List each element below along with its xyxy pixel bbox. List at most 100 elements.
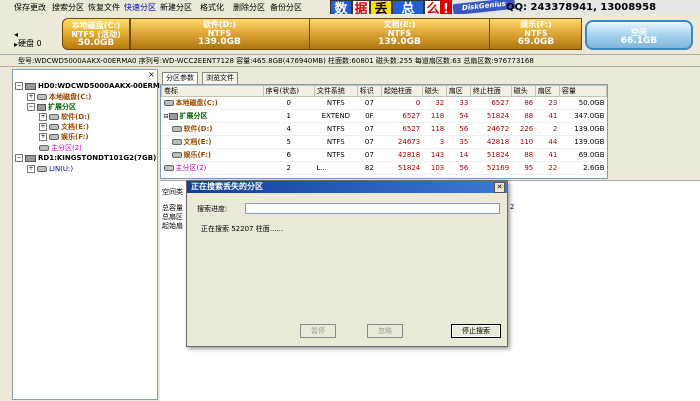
cell: 35	[446, 135, 471, 149]
tree-node-extended[interactable]: − 扩展分区	[27, 103, 76, 112]
table-row[interactable]: ⊟ 扩展分区 1 EXTEND 0F 6527 118 54 51824 88 4…	[161, 109, 607, 123]
tab-browse-files[interactable]: 浏览文件	[202, 72, 238, 84]
tab-partition-params[interactable]: 分区参数	[162, 72, 198, 84]
collapse-icon[interactable]: −	[15, 82, 23, 90]
cell: 2	[535, 122, 560, 136]
tree-node-c[interactable]: + 本地磁盘(C:)	[27, 93, 91, 102]
cell: 07	[357, 148, 382, 162]
col-header-start-sector[interactable]: 扇区	[445, 85, 471, 97]
table-row[interactable]: 软件(D:) 4 NTFS 07 6527 118 56 24672 226 2…	[161, 122, 607, 136]
partition-c-name: 本地磁盘(C:)	[71, 21, 121, 30]
col-header-filesystem[interactable]: 文件系统	[313, 85, 358, 97]
tree-node-hd0[interactable]: − HD0:WDCWD5000AAKX-00ERMA0	[15, 82, 170, 91]
toolbar-recover-files[interactable]: 恢复文件	[88, 2, 120, 13]
tree-node-hd0-label: HD0:WDCWD5000AAKX-00ERMA0	[38, 82, 171, 90]
cell: 07	[357, 96, 382, 110]
cell: 51824	[470, 109, 512, 123]
row-label: 主分区(2)	[175, 164, 207, 172]
col-header-start-head[interactable]: 磁头	[421, 85, 447, 97]
col-header-end-sector[interactable]: 扇区	[534, 85, 560, 97]
col-header-index[interactable]: 序号(状态)	[262, 85, 315, 97]
tree-node-c-label: 本地磁盘(C:)	[49, 93, 92, 101]
free-space-block[interactable]: 空闲 66.1GB	[585, 20, 693, 50]
cell: 54	[446, 109, 471, 123]
cell: L...	[314, 161, 358, 175]
toolbar-search-partition[interactable]: 搜索分区	[52, 2, 84, 13]
partition-e-size: 139.0GB	[378, 37, 421, 47]
tree-node-rd1[interactable]: − RD1:KINGSTONDT101G2(7GB)	[15, 154, 156, 163]
cell: 86	[511, 96, 536, 110]
col-header-capacity[interactable]: 容量	[558, 85, 608, 97]
tree-node-d[interactable]: + 软件(D:)	[39, 113, 90, 122]
table-row[interactable]: 本地磁盘(C:) 0 NTFS 07 0 32 33 6527 86 23 50…	[161, 96, 607, 110]
toolbar-new-partition[interactable]: 新建分区	[160, 2, 192, 13]
volume-icon	[37, 166, 47, 172]
row-label: 软件(D:)	[183, 125, 213, 133]
extended-partition-icon	[37, 103, 46, 111]
expand-icon[interactable]: +	[27, 93, 35, 101]
expand-icon[interactable]: +	[39, 113, 47, 121]
detail-value: 2	[510, 203, 515, 211]
collapse-icon[interactable]: −	[27, 103, 35, 111]
table-row[interactable]: 娱乐(F:) 6 NTFS 07 42818 143 14 51824 88 4…	[161, 148, 607, 162]
volume-icon	[39, 145, 49, 151]
toolbar-delete-partition[interactable]: 删除分区	[233, 2, 265, 13]
partition-block-d[interactable]: 软件(D:) NTFS 139.0GB	[130, 18, 310, 50]
start-sector-label: 起始扇	[162, 222, 183, 230]
cell: 6	[263, 148, 315, 162]
expand-icon[interactable]: +	[39, 133, 47, 141]
toolbar-quick-partition[interactable]: 快速分区	[124, 2, 156, 13]
partition-table: 卷标 序号(状态) 文件系统 标识 起始柱面 磁头 扇区 终止柱面 磁头 扇区 …	[160, 84, 608, 179]
collapse-icon[interactable]: −	[15, 154, 23, 162]
row-label-cell: 软件(D:)	[161, 122, 264, 136]
cell: 139.0GB	[559, 135, 607, 149]
table-row[interactable]: 主分区(2) 2 L... 82 51824 103 56 52169 95 2…	[161, 161, 607, 175]
col-header-label[interactable]: 卷标	[161, 85, 264, 97]
cell: 118	[422, 122, 447, 136]
toolbar-save-changes[interactable]: 保存更改	[14, 2, 46, 13]
col-header-end-cyl[interactable]: 终止柱面	[469, 85, 512, 97]
cell: 23	[535, 96, 560, 110]
ignore-button[interactable]: 忽略	[367, 324, 403, 338]
partition-block-e[interactable]: 文档(E:) NTFS 139.0GB	[310, 18, 490, 50]
usb-disk-icon	[25, 154, 36, 162]
cell: 2	[263, 161, 315, 175]
expand-icon[interactable]: +	[27, 165, 35, 173]
stop-search-button[interactable]: 停止搜索	[451, 324, 501, 338]
cell: 2.6GB	[559, 161, 607, 175]
tree-node-f[interactable]: + 娱乐(F:)	[39, 133, 89, 142]
search-progress-bar	[245, 203, 500, 214]
close-panel-icon[interactable]: ×	[148, 70, 155, 79]
cell: 41	[535, 109, 560, 123]
cell: 0F	[357, 109, 382, 123]
row-label-cell: 本地磁盘(C:)	[161, 96, 264, 110]
row-label-cell: 娱乐(F:)	[161, 148, 264, 162]
tree-node-e[interactable]: + 文档(E:)	[39, 123, 89, 132]
pause-button[interactable]: 暂停	[300, 324, 336, 338]
partition-block-c[interactable]: 本地磁盘(C:) NTFS (活动) 50.0GB	[62, 18, 130, 50]
partition-block-f[interactable]: 娱乐(F:) NTFS 69.0GB	[490, 18, 582, 50]
col-header-end-head[interactable]: 磁头	[510, 85, 536, 97]
cell: 88	[511, 148, 536, 162]
close-icon[interactable]: ✕	[494, 182, 505, 193]
cell: 41	[535, 148, 560, 162]
disk-info-line: 型号:WDCWD5000AAKX-00ERMA0 序列号:WD-WCC2EENT…	[0, 55, 700, 67]
toolbar-format[interactable]: 格式化	[200, 2, 224, 13]
row-label-cell: ⊟ 扩展分区	[161, 109, 264, 123]
cell: 56	[446, 161, 471, 175]
table-row[interactable]: 文档(E:) 5 NTFS 07 24673 3 35 42818 110 44…	[161, 135, 607, 149]
cell: 4	[263, 122, 315, 136]
col-header-id[interactable]: 标识	[356, 85, 382, 97]
tree-node-u[interactable]: + LIN(U:)	[27, 165, 73, 174]
cell: 6527	[381, 122, 423, 136]
col-header-start-cyl[interactable]: 起始柱面	[380, 85, 423, 97]
tree-node-extended-label: 扩展分区	[48, 103, 76, 111]
expand-icon[interactable]: +	[39, 123, 47, 131]
toolbar-backup-partition[interactable]: 备份分区	[270, 2, 302, 13]
tree-node-primary-2-label: 主分区(2)	[51, 144, 82, 152]
cell: EXTEND	[314, 109, 358, 123]
extended-partition-icon	[168, 112, 178, 120]
cell: NTFS	[314, 122, 358, 136]
cell: 88	[511, 109, 536, 123]
tree-node-primary-2[interactable]: 主分区(2)	[39, 144, 82, 153]
